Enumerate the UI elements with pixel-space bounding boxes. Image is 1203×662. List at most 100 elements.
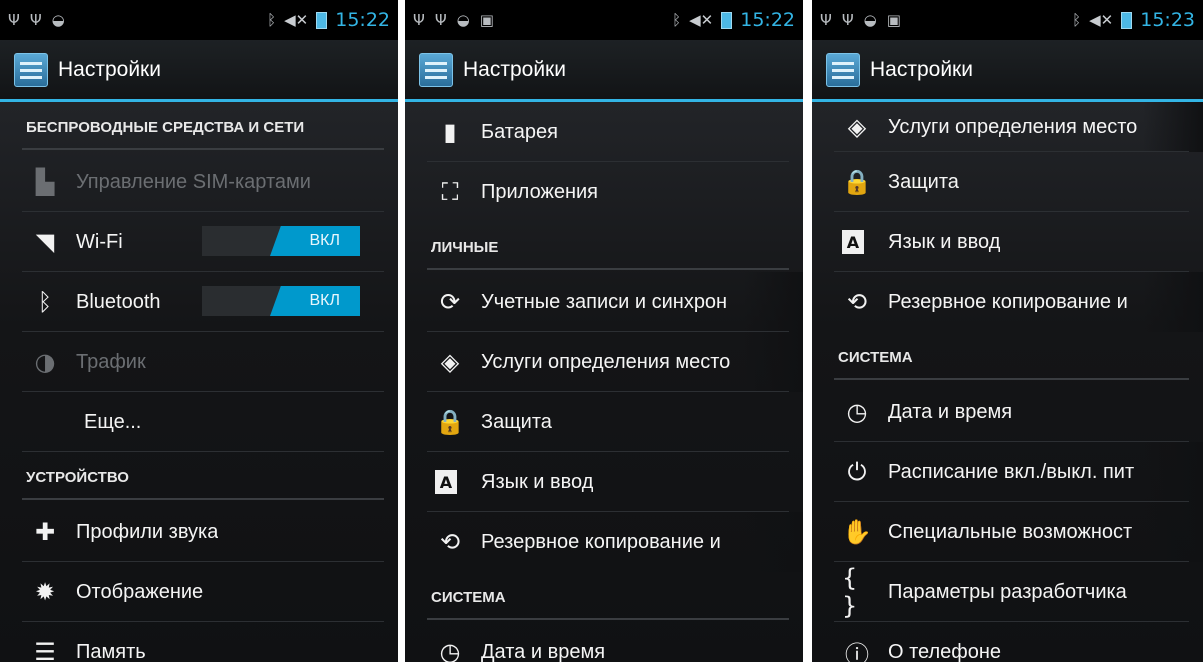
settings-item-label: Защита — [481, 410, 552, 433]
status-right-icons: ᛒ ◀✕ 15:23 — [1072, 9, 1195, 31]
status-bar: Ψ Ψ ◒ ▣ ᛒ ◀✕ 15:22 — [405, 0, 803, 40]
bluetooth-status-icon: ᛒ — [1072, 10, 1082, 29]
text-fade — [743, 272, 803, 332]
settings-item[interactable]: ⟳ Учетные записи и синхрон — [405, 272, 803, 332]
settings-list: БЕСПРОВОДНЫЕ СРЕДСТВА И СЕТИ ▙ Управление … — [0, 102, 398, 662]
sync-icon: ⟳ — [439, 288, 461, 316]
settings-item-label: Расписание вкл./выкл. пит — [888, 460, 1135, 483]
status-bar: Ψ Ψ ◒ ▣ ᛒ ◀✕ 15:23 — [812, 0, 1203, 40]
settings-item[interactable]: Еще... — [0, 392, 398, 452]
settings-item-label: Защита — [888, 170, 959, 193]
settings-item[interactable]: ◷ Дата и время — [405, 622, 803, 662]
settings-item[interactable]: ✹ Отображение — [0, 562, 398, 622]
settings-item[interactable]: ◷ Дата и время — [812, 382, 1203, 442]
usb-icon: Ψ — [29, 10, 42, 29]
settings-item[interactable]: ◑ Трафик — [0, 332, 398, 392]
backup-icon: ⟲ — [846, 288, 868, 316]
settings-item[interactable]: ☰ Память — [0, 622, 398, 662]
settings-item[interactable]: ⏻ Расписание вкл./выкл. пит — [812, 442, 1203, 502]
settings-item[interactable]: ◥ Wi-Fi ВКЛ — [0, 212, 398, 272]
settings-item[interactable]: ⓘ О телефоне — [812, 622, 1203, 662]
page-title: Настройки — [870, 57, 973, 81]
display-icon: ✹ — [34, 578, 56, 606]
battery-status-icon — [721, 11, 733, 29]
wifi-icon: ◥ — [35, 228, 55, 256]
settings-item[interactable]: A Язык и ввод — [812, 212, 1203, 272]
wifi-signal-icon: ◒ — [863, 10, 877, 29]
toggle-on-label: ВКЛ — [270, 226, 360, 256]
settings-app-icon[interactable] — [14, 52, 48, 87]
settings-item[interactable]: ✋ Специальные возможност — [812, 502, 1203, 562]
volume-muted-icon: ◀✕ — [284, 10, 309, 29]
bluetooth-icon: ᛒ — [37, 288, 53, 316]
settings-item[interactable]: 🔒 Защита — [405, 392, 803, 452]
settings-app-icon[interactable] — [419, 52, 453, 87]
settings-item[interactable]: ▙ Управление SIM-картами — [0, 152, 398, 212]
apps-icon: ⛶ — [441, 178, 459, 206]
settings-item[interactable]: { } Параметры разработчика — [812, 562, 1203, 622]
settings-item-label: О телефоне — [888, 640, 1002, 662]
settings-item[interactable]: ◈ Услуги определения место — [812, 102, 1203, 152]
settings-screen-3: Ψ Ψ ◒ ▣ ᛒ ◀✕ 15:23 Настройки ◈ Услуги определения… — [812, 0, 1203, 662]
settings-item-label: Профили звука — [76, 520, 219, 543]
settings-app-icon[interactable] — [826, 52, 860, 87]
status-left-icons: Ψ Ψ ◒ ▣ — [820, 10, 901, 29]
image-notification-icon: ▣ — [479, 10, 494, 29]
settings-item[interactable]: A Язык и ввод — [405, 452, 803, 512]
action-bar: Настройки — [0, 40, 398, 102]
settings-item-label: Язык и ввод — [481, 470, 594, 493]
settings-item[interactable]: ⛶ Приложения — [405, 162, 803, 222]
section-header: БЕСПРОВОДНЫЕ СРЕДСТВА И СЕТИ — [0, 102, 398, 152]
clock-icon: ◷ — [439, 638, 461, 662]
power-schedule-icon: ⏻ — [847, 458, 867, 486]
settings-item-label: Специальные возможност — [888, 520, 1133, 543]
usb-icon: Ψ — [413, 10, 425, 29]
clock-time: 15:22 — [335, 9, 390, 31]
usb-icon: Ψ — [8, 10, 20, 29]
usb-icon: Ψ — [841, 10, 854, 29]
section-header: ЛИЧНЫЕ — [405, 222, 803, 272]
toggle-on-label: ВКЛ — [270, 286, 360, 316]
settings-item-label: Wi-Fi — [76, 230, 123, 253]
clock-icon: ◷ — [846, 398, 868, 426]
status-left-icons: Ψ Ψ ◒ ▣ — [413, 10, 494, 29]
storage-icon: ☰ — [34, 638, 56, 662]
settings-item[interactable]: ▮ Батарея — [405, 102, 803, 162]
action-bar: Настройки — [812, 40, 1203, 102]
section-header: СИСТЕМА — [405, 572, 803, 622]
settings-item-label: Еще... — [84, 410, 142, 433]
settings-item[interactable]: ⟲ Резервное копирование и — [812, 272, 1203, 332]
settings-item[interactable]: ᛒ Bluetooth ВКЛ — [0, 272, 398, 332]
settings-item-label: Bluetooth — [76, 290, 161, 313]
bluetooth-status-icon: ᛒ — [267, 10, 277, 29]
settings-item-label: Управление SIM-картами — [76, 170, 311, 193]
settings-item[interactable]: ◈ Услуги определения место — [405, 332, 803, 392]
settings-item[interactable]: ✚ Профили звука — [0, 502, 398, 562]
toggle-switch[interactable]: ВКЛ — [202, 226, 360, 256]
developer-options-icon: { } — [842, 564, 858, 620]
settings-item[interactable]: 🔒 Защита — [812, 152, 1203, 212]
battery-status-icon — [316, 11, 328, 29]
settings-item-label: Параметры разработчика — [888, 580, 1127, 603]
usb-icon: Ψ — [820, 10, 832, 29]
clock-time: 15:23 — [1140, 9, 1195, 31]
wifi-signal-icon: ◒ — [51, 10, 65, 29]
toggle-switch[interactable]: ВКЛ — [202, 286, 360, 316]
lock-icon: 🔒 — [842, 168, 872, 196]
text-fade — [1143, 502, 1203, 562]
text-fade — [743, 512, 803, 572]
sim-card-icon: ▙ — [35, 168, 55, 196]
settings-item-label: Трафик — [76, 350, 146, 373]
settings-item-label: Услуги определения место — [888, 115, 1138, 138]
settings-list: ▮ Батарея ⛶ Приложения ЛИЧНЫЕ ⟳ Учетные записи… — [405, 102, 803, 662]
lock-icon: 🔒 — [435, 408, 465, 436]
bluetooth-status-icon: ᛒ — [672, 10, 682, 29]
backup-icon: ⟲ — [439, 528, 461, 556]
settings-item-label: Резервное копирование и — [481, 530, 721, 553]
settings-item-label: Батарея — [481, 120, 558, 143]
settings-item[interactable]: ⟲ Резервное копирование и — [405, 512, 803, 572]
settings-item-label: Дата и время — [481, 640, 606, 662]
page-title: Настройки — [58, 57, 161, 81]
text-fade — [743, 332, 803, 392]
sound-profiles-icon: ✚ — [34, 518, 56, 546]
